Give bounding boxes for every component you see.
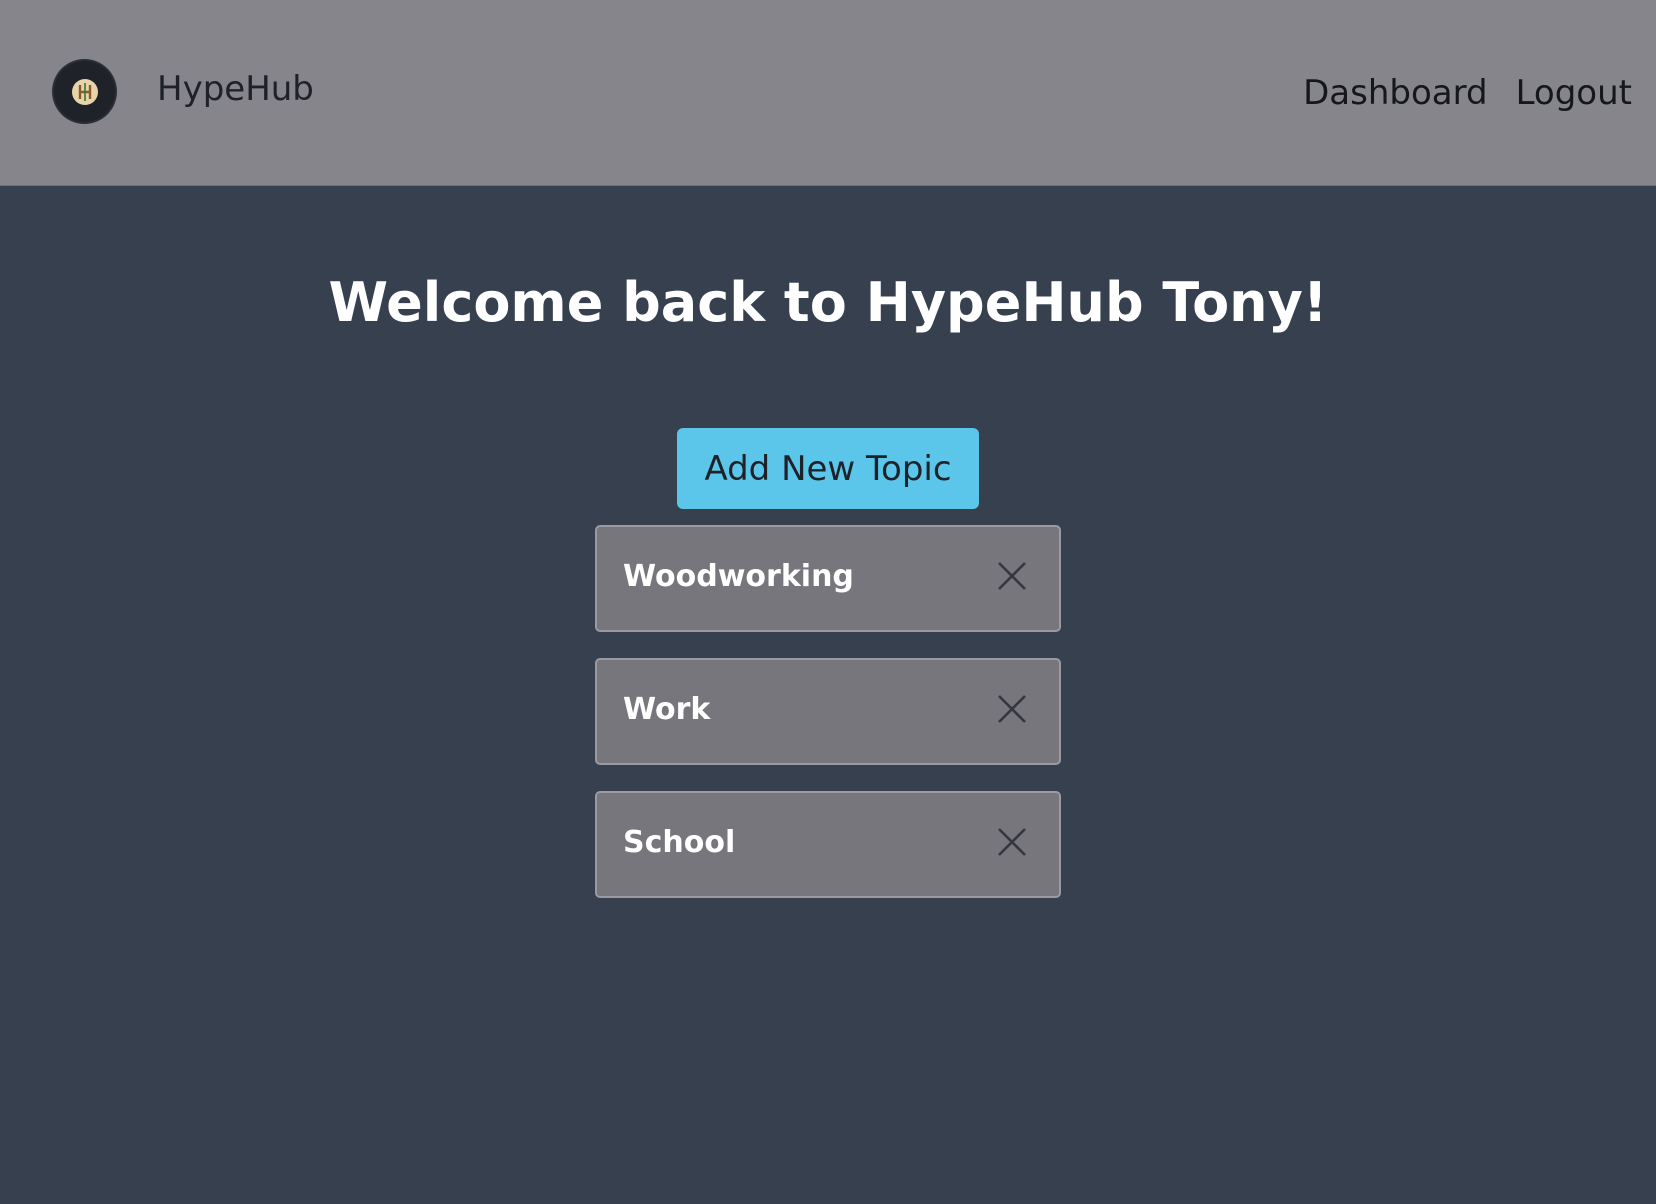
nav-dashboard-link[interactable]: Dashboard <box>1303 70 1487 116</box>
topic-name: Woodworking <box>623 559 854 594</box>
topic-card[interactable]: School <box>595 791 1061 898</box>
close-icon[interactable] <box>995 692 1029 726</box>
topic-card[interactable]: Woodworking <box>595 525 1061 632</box>
hypehub-logo-icon[interactable] <box>54 61 115 122</box>
navbar: HypeHub Dashboard Logout <box>0 0 1656 186</box>
brand-name[interactable]: HypeHub <box>157 66 314 112</box>
topic-card[interactable]: Work <box>595 658 1061 765</box>
close-icon[interactable] <box>995 559 1029 593</box>
page-title: Welcome back to HypeHub Tony! <box>328 271 1328 334</box>
nav-links: Dashboard Logout <box>1303 70 1632 116</box>
topic-name: Work <box>623 692 711 727</box>
add-new-topic-button[interactable]: Add New Topic <box>677 428 979 509</box>
topic-list: Woodworking Work School <box>595 525 1061 924</box>
topic-name: School <box>623 825 736 860</box>
logo-emblem-icon <box>71 78 98 105</box>
nav-logout-link[interactable]: Logout <box>1516 70 1632 116</box>
close-icon[interactable] <box>995 825 1029 859</box>
